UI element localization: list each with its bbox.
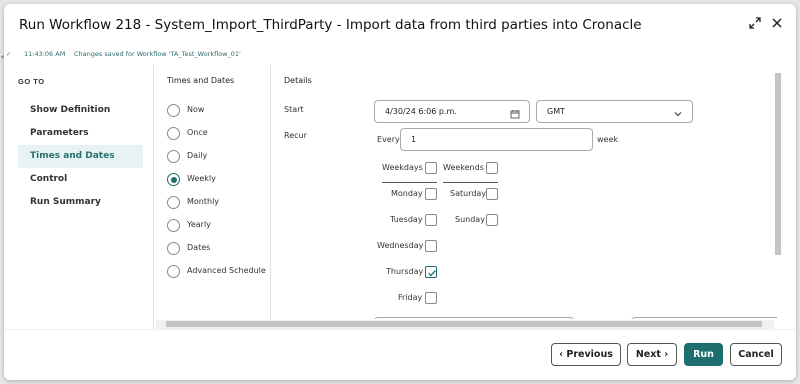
- radio-label: Now: [187, 105, 205, 114]
- radio-button[interactable]: [167, 150, 180, 163]
- run-button[interactable]: Run: [684, 343, 723, 366]
- footer-divider: [4, 329, 796, 330]
- details-heading: Details: [284, 76, 312, 85]
- tuesday-checkbox[interactable]: [425, 214, 437, 226]
- weekdays-divider: [382, 182, 437, 183]
- details-panel: Details Start 4/30/24 6:06 p.m. GMT Recu…: [271, 65, 777, 319]
- chevron-right-icon: ›: [660, 349, 669, 360]
- timezone-select[interactable]: GMT: [536, 100, 693, 123]
- thursday-label: Thursday: [386, 267, 424, 276]
- radio-button[interactable]: [167, 127, 180, 140]
- weekends-divider: [443, 182, 498, 183]
- checkmark-icon: [428, 270, 436, 277]
- timezone-value: GMT: [547, 107, 565, 116]
- monday-label: Monday: [391, 189, 423, 198]
- goto-heading: GO TO: [18, 77, 45, 86]
- radio-label: Yearly: [187, 220, 211, 229]
- expand-icon[interactable]: [748, 16, 764, 32]
- nav-parameters[interactable]: Parameters: [18, 122, 143, 145]
- horizontal-scrollbar[interactable]: [156, 320, 774, 329]
- chevron-down-icon: [673, 106, 683, 117]
- every-label: Every: [377, 135, 400, 144]
- monday-checkbox[interactable]: [425, 188, 437, 200]
- radio-button[interactable]: [167, 219, 180, 232]
- close-icon[interactable]: [770, 16, 786, 32]
- times-and-dates-panel: Times and Dates Now Once Daily Weekly Mo…: [154, 65, 271, 329]
- unit-label: week: [597, 135, 619, 144]
- friday-label: Friday: [398, 293, 423, 302]
- partial-field-left[interactable]: [374, 317, 574, 319]
- thursday-checkbox-checked[interactable]: [425, 266, 437, 278]
- previous-button[interactable]: ‹ Previous: [551, 343, 621, 366]
- previous-label: Previous: [566, 349, 613, 360]
- radio-button[interactable]: [167, 104, 180, 117]
- friday-checkbox[interactable]: [425, 292, 437, 304]
- radio-label: Dates: [187, 243, 211, 252]
- sunday-label: Sunday: [455, 215, 485, 224]
- status-time: 11:43:06 AM: [24, 50, 66, 58]
- vertical-scrollbar[interactable]: [774, 65, 784, 319]
- start-value: 4/30/24 6:06 p.m.: [385, 107, 457, 116]
- cancel-button[interactable]: Cancel: [730, 343, 782, 366]
- status-bar: ✓ 11:43:06 AM Changes saved for Workflow…: [4, 47, 404, 61]
- status-message: Changes saved for Workflow 'TA_Test_Work…: [74, 50, 241, 58]
- radio-label: Advanced Schedule: [187, 266, 266, 275]
- every-input[interactable]: 1: [400, 128, 593, 151]
- nav-control[interactable]: Control: [18, 168, 143, 191]
- goto-sidebar: GO TO Show Definition Parameters Times a…: [4, 65, 154, 329]
- radio-label: Once: [187, 128, 208, 137]
- radio-button[interactable]: [167, 196, 180, 209]
- nav-run-summary[interactable]: Run Summary: [18, 191, 143, 214]
- horizontal-scroll-thumb[interactable]: [166, 321, 762, 327]
- tuesday-label: Tuesday: [390, 215, 423, 224]
- vertical-scroll-thumb[interactable]: [775, 73, 781, 255]
- weekdays-label: Weekdays: [382, 163, 423, 172]
- nav-times-and-dates[interactable]: Times and Dates: [18, 145, 143, 168]
- saturday-label: Saturday: [450, 189, 487, 198]
- dialog-body: GO TO Show Definition Parameters Times a…: [4, 65, 796, 329]
- weekends-checkbox[interactable]: [486, 162, 498, 174]
- run-workflow-dialog: Run Workflow 218 - System_Import_ThirdPa…: [4, 4, 796, 380]
- saturday-checkbox[interactable]: [486, 188, 498, 200]
- start-datetime-field[interactable]: 4/30/24 6:06 p.m.: [374, 100, 530, 123]
- wednesday-checkbox[interactable]: [425, 240, 437, 252]
- radio-button[interactable]: [167, 242, 180, 255]
- calendar-icon[interactable]: [510, 106, 520, 119]
- dialog-title: Run Workflow 218 - System_Import_ThirdPa…: [19, 17, 642, 33]
- wednesday-label: Wednesday: [377, 241, 424, 250]
- sunday-checkbox[interactable]: [486, 214, 498, 226]
- weekends-label: Weekends: [443, 163, 484, 172]
- radio-label: Daily: [187, 151, 208, 160]
- recur-label: Recur: [284, 131, 307, 140]
- radio-label: Weekly: [187, 174, 216, 183]
- next-label: Next: [635, 349, 661, 360]
- radio-button-selected[interactable]: [167, 173, 180, 186]
- start-label: Start: [284, 105, 304, 114]
- radio-label: Monthly: [187, 197, 220, 206]
- radio-button[interactable]: [167, 265, 180, 278]
- times-heading: Times and Dates: [167, 76, 235, 85]
- check-icon: ✓: [6, 50, 12, 58]
- weekdays-checkbox[interactable]: [425, 162, 437, 174]
- nav-show-definition[interactable]: Show Definition: [18, 99, 143, 122]
- partial-field-right[interactable]: [631, 317, 777, 319]
- next-button[interactable]: Next ›: [627, 343, 677, 366]
